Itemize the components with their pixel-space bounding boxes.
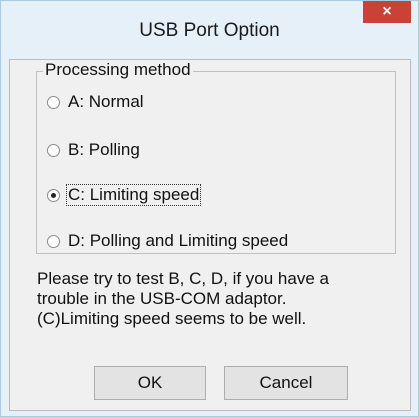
cancel-button[interactable]: Cancel [224,366,348,400]
usb-port-option-dialog: USB Port Option × Processing method A: N… [0,0,419,417]
radio-button-icon[interactable] [47,95,60,109]
processing-method-legend: Processing method [43,60,193,80]
note-line-3: (C)Limiting speed seems to be well. [37,309,307,328]
option-label: B: Polling [68,140,140,159]
radio-button-icon[interactable] [47,234,60,248]
option-label: D: Polling and Limiting speed [68,231,289,250]
help-note: Please try to test B, C, D, if you have … [37,269,397,329]
close-button[interactable]: × [363,1,411,23]
note-line-1: Please try to test B, C, D, if you have … [37,269,329,288]
title-bar[interactable]: USB Port Option × [1,1,418,61]
note-line-2: trouble in the USB-COM adaptor. [37,289,287,308]
dialog-title: USB Port Option [139,20,280,41]
radio-button-selected-icon[interactable] [47,188,60,202]
option-label: A: Normal [68,92,144,111]
dialog-client-area: Processing method A: Normal B: Polling C… [9,59,411,411]
option-d-polling-and-limiting-speed[interactable]: D: Polling and Limiting speed [47,229,289,253]
close-icon: × [382,3,392,20]
radio-button-icon[interactable] [47,143,60,157]
processing-method-group: Processing method A: Normal B: Polling C… [36,60,396,254]
option-c-limiting-speed[interactable]: C: Limiting speed [47,183,202,207]
option-b-polling[interactable]: B: Polling [47,138,141,162]
option-label: C: Limiting speed [65,184,202,206]
radio-dot-icon [51,192,56,198]
option-a-normal[interactable]: A: Normal [47,90,145,114]
ok-button[interactable]: OK [94,366,206,400]
